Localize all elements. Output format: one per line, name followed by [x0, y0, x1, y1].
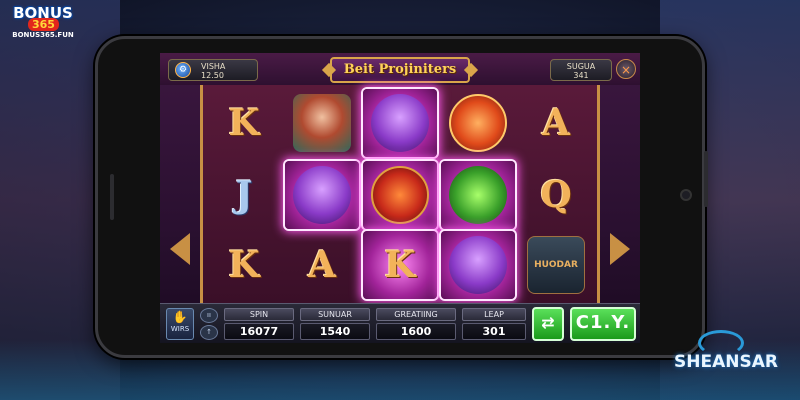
- swap-button[interactable]: ⇄: [532, 307, 564, 341]
- letter-symbol: A: [542, 102, 570, 144]
- cat-icon: [293, 166, 351, 224]
- reel-cell: A: [519, 89, 593, 157]
- stat-value: 301: [462, 323, 526, 340]
- reel-cell: Q: [519, 161, 593, 229]
- reel-cell: [363, 89, 437, 157]
- witch-icon: [293, 94, 351, 152]
- watermark-text: SHEANSAR: [674, 352, 778, 372]
- hand-icon: ✋: [172, 310, 188, 324]
- spin-button[interactable]: C1.Y.: [570, 307, 636, 341]
- watermark-logo: SHEANSAR: [674, 330, 794, 382]
- goblin-icon: [449, 166, 507, 224]
- letter-symbol: A: [308, 244, 336, 286]
- stat-spin: SPIN 16077: [224, 308, 294, 340]
- arrow-right-icon[interactable]: [610, 233, 630, 265]
- letter-symbol: Q: [540, 174, 572, 216]
- stat-leap: LEAP 301: [462, 308, 526, 340]
- reel-cell: [441, 161, 515, 229]
- logo-line3: BONUS365.FUN: [12, 31, 74, 39]
- stat-label: SUNUAR: [300, 308, 370, 321]
- up-arrow-icon[interactable]: ↑: [200, 325, 218, 340]
- reel-cell: K: [363, 231, 437, 299]
- balance-badge: ⚙ VISHA 12.50: [168, 59, 258, 81]
- control-bar: ✋ WIRS ıı ↑ SPIN 16077 SUNUAR 1540 GREAT…: [160, 303, 640, 343]
- dragon-icon: [449, 94, 507, 152]
- reel-cell: [441, 89, 515, 157]
- letter-symbol: K: [384, 244, 416, 286]
- phone-speaker: [110, 174, 114, 220]
- arrow-left-icon[interactable]: [170, 233, 190, 265]
- phone-camera: [680, 189, 692, 201]
- balance-label: VISHA: [201, 62, 226, 71]
- bet-label: SUGUA: [566, 62, 596, 71]
- letter-symbol: J: [235, 174, 253, 216]
- game-top-bar: ⚙ VISHA 12.50 Beit Projiniters SUGUA 341…: [160, 53, 640, 85]
- mini-controls: ıı ↑: [200, 308, 218, 340]
- reel-cell: A: [285, 231, 359, 299]
- reel-cell: K: [207, 89, 281, 157]
- bet-badge: SUGUA 341: [550, 59, 612, 81]
- letter-symbol: K: [228, 244, 260, 286]
- reel-cell: HUODAR: [519, 231, 593, 299]
- medal-icon: [371, 166, 429, 224]
- reel-cell: [285, 161, 359, 229]
- cat-icon: [449, 236, 507, 294]
- phone-side-button: [704, 151, 708, 207]
- wins-button[interactable]: ✋ WIRS: [166, 308, 194, 340]
- wins-label: WIRS: [170, 325, 190, 333]
- logo-line2: 365: [28, 18, 59, 31]
- stat-label: LEAP: [462, 308, 526, 321]
- hat-icon: HUODAR: [527, 236, 585, 294]
- reel-cell: K: [207, 231, 281, 299]
- coin-icon[interactable]: ⚙: [175, 62, 191, 78]
- game-title: Beit Projiniters: [330, 57, 470, 83]
- stat-sunuar: SUNUAR 1540: [300, 308, 370, 340]
- game-screen: ⚙ VISHA 12.50 Beit Projiniters SUGUA 341…: [160, 53, 640, 343]
- reel-cell: [441, 231, 515, 299]
- balance-value: 12.50: [201, 71, 224, 80]
- close-icon[interactable]: ×: [616, 59, 636, 79]
- reel-cell: [363, 161, 437, 229]
- stat-greatiing: GREATIING 1600: [376, 308, 456, 340]
- stat-value: 16077: [224, 323, 294, 340]
- site-logo: BONUS 365 BONUS365.FUN: [4, 4, 82, 44]
- reel-cell: J: [207, 161, 281, 229]
- reel-grid: K J K A K A Q HUODAR: [200, 85, 600, 303]
- reel-cell: [285, 89, 359, 157]
- info-icon[interactable]: ıı: [200, 308, 218, 323]
- stat-value: 1600: [376, 323, 456, 340]
- cat-icon: [371, 94, 429, 152]
- stat-value: 1540: [300, 323, 370, 340]
- letter-symbol: K: [228, 102, 260, 144]
- stat-label: SPIN: [224, 308, 294, 321]
- stat-label: GREATIING: [376, 308, 456, 321]
- bet-value: 341: [573, 71, 589, 80]
